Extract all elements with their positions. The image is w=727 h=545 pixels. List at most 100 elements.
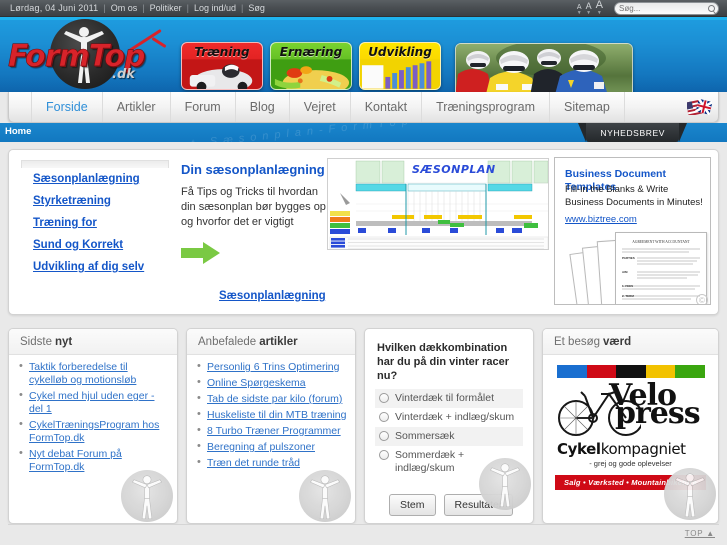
document-lines: AGREEMENT WITH ACCOUNTANT PARTIES AIM 1. … — [622, 240, 700, 300]
recommended-articles-list: Personlig 6 Trins Optimering Online Spør… — [195, 360, 347, 473]
radio-button-icon[interactable] — [379, 393, 389, 403]
article-link-4[interactable]: Huskeliste til din MTB træning — [207, 409, 346, 421]
feature-link-styrketraening[interactable]: Styrketræning — [21, 190, 169, 212]
us-uk-flag-icon — [686, 99, 712, 115]
tile-udvikling[interactable]: Udvikling — [359, 42, 441, 90]
article-link-6[interactable]: Beregning af pulszoner — [207, 441, 315, 453]
list-item: Beregning af pulszoner — [195, 440, 347, 457]
radio-button-icon[interactable] — [379, 431, 389, 441]
poll-question: Hvilken dækkombination har du på din vin… — [377, 342, 510, 382]
font-size-medium-button[interactable]: A ▼ — [586, 2, 592, 16]
top-utility-left: Lørdag, 04 Juni 2011 | Om os | Politiker… — [0, 3, 265, 13]
nav-item-vejret[interactable]: Vejret — [290, 92, 351, 122]
logo-wordmark: FormTop — [8, 39, 146, 75]
tile-traening[interactable]: Træning — [181, 42, 263, 90]
magnifier-icon[interactable] — [708, 4, 715, 12]
rider-watermark-icon — [121, 470, 173, 522]
panel-title-light: Anbefalede — [198, 335, 257, 348]
feature-link-sund-og-korrekt[interactable]: Sund og Korrekt — [21, 234, 169, 256]
worth-a-visit-panel: Et besøg værd Velo press Cykelkompagniet… — [542, 328, 719, 524]
saesonplan-spreadsheet-image: SÆSONPLAN — [327, 158, 549, 250]
panel-title-bold: nyt — [54, 335, 73, 348]
list-item: Cykel med hjul uden eger - del 1 — [17, 389, 169, 419]
training-photo — [182, 59, 262, 89]
poll-option-3[interactable]: Sommersæk — [375, 427, 523, 446]
ad-documents-image: AGREEMENT WITH ACCOUNTANT PARTIES AIM 1. … — [569, 230, 708, 304]
worth-a-visit-body: Velo press Cykelkompagniet - grej og god… — [543, 355, 718, 523]
footer: TOP ▲ — [0, 524, 727, 545]
development-photo — [360, 59, 440, 89]
nav-item-forum[interactable]: Forum — [171, 92, 236, 122]
ad-body: Fill-in the Blanks & Write Business Docu… — [565, 184, 703, 208]
ad-url-link[interactable]: www.biztree.com — [565, 214, 637, 225]
poll-option-2[interactable]: Vinterdæk + indlæg/skum — [375, 408, 523, 427]
tile-ernaering[interactable]: Ernæring — [270, 42, 352, 90]
list-item: Personlig 6 Trins Optimering — [195, 360, 347, 377]
article-link-5[interactable]: 8 Turbo Træner Programmer — [207, 425, 341, 437]
vote-button[interactable]: Stem — [389, 494, 436, 516]
feature-link-saesonplanlaegning[interactable]: Sæsonplanlægning — [21, 168, 169, 190]
newsletter-tab[interactable]: NYHEDSBREV — [578, 123, 687, 142]
cykelkompagniet-tagline: - grej og gode oplevelser — [589, 459, 672, 468]
site-header: FormTop .dk Træning Ernæring Udvikling — [0, 17, 727, 92]
topbar-link-om-os[interactable]: Om os — [111, 3, 138, 13]
green-arrow-icon[interactable] — [181, 242, 221, 264]
topbar-link-log-ind-ud[interactable]: Log ind/ud — [194, 3, 236, 13]
chevron-down-icon: ▼ — [596, 10, 602, 16]
feature-link-traening-for[interactable]: Træning for — [21, 212, 169, 234]
poll-panel: Hvilken dækkombination har du på din vin… — [364, 328, 534, 524]
nav-item-blog[interactable]: Blog — [236, 92, 290, 122]
list-item: Huskeliste til din MTB træning — [195, 408, 347, 425]
nav-item-kontakt[interactable]: Kontakt — [351, 92, 423, 122]
rider-watermark-icon — [664, 468, 716, 520]
language-flag-button[interactable] — [686, 92, 718, 122]
chevron-down-icon: ▼ — [576, 10, 582, 16]
svg-text:PARTIES: PARTIES — [622, 256, 635, 260]
spreadsheet-title: SÆSONPLAN — [412, 163, 496, 176]
tile-label: Ernæring — [279, 45, 343, 59]
rider-watermark-icon — [479, 458, 531, 510]
radio-button-icon[interactable] — [379, 412, 389, 422]
list-item: Tab de sidste par kilo (forum) — [195, 392, 347, 409]
font-size-large-button[interactable]: A ▼ — [596, 0, 603, 16]
news-link-3[interactable]: CykelTræningsProgram hos FormTop.dk — [29, 419, 159, 444]
nav-item-traeningsprogram[interactable]: Træningsprogram — [422, 92, 550, 122]
page-root: Lørdag, 04 Juni 2011 | Om os | Politiker… — [0, 0, 727, 545]
news-link-2[interactable]: Cykel med hjul uden eger - del 1 — [29, 390, 154, 415]
poll-option-1[interactable]: Vinterdæk til formålet — [375, 389, 523, 408]
topbar-link-politiker[interactable]: Politiker — [150, 3, 182, 13]
latest-news-panel: Sidste nyt Taktik forberedelse til cykel… — [8, 328, 178, 524]
back-to-top-link[interactable]: TOP ▲ — [685, 529, 715, 538]
feature-cta-link[interactable]: Sæsonplanlægning — [219, 290, 326, 302]
news-link-4[interactable]: Nyt debat Forum på FormTop.dk — [29, 448, 122, 473]
search-input[interactable] — [619, 2, 703, 14]
svg-text:2. TERM: 2. TERM — [622, 294, 634, 298]
news-link-1[interactable]: Taktik forberedelse til cykelløb og moti… — [29, 361, 136, 386]
rider-watermark-icon — [299, 470, 351, 522]
radio-button-icon[interactable] — [379, 450, 389, 460]
latest-news-body: Taktik forberedelse til cykelløb og moti… — [9, 355, 177, 523]
feature-sidebar: Sæsonplanlægning Styrketræning Træning f… — [21, 160, 169, 278]
panel-title-light: Et besøg — [554, 335, 601, 348]
footer-divider — [8, 524, 719, 525]
list-item: CykelTræningsProgram hos FormTop.dk — [17, 418, 169, 448]
chevron-down-icon: ▼ — [586, 10, 592, 16]
separator: | — [241, 3, 244, 13]
svg-text:AIM: AIM — [622, 270, 628, 274]
font-size-small-button[interactable]: A ▼ — [577, 4, 582, 16]
nav-item-sitemap[interactable]: Sitemap — [550, 92, 625, 122]
article-link-3[interactable]: Tab de sidste par kilo (forum) — [207, 393, 342, 405]
article-link-7[interactable]: Træn det runde tråd — [207, 457, 300, 469]
poll-option-label: Vinterdæk til formålet — [395, 392, 495, 404]
article-link-2[interactable]: Online Spørgeskema — [207, 377, 306, 389]
nav-item-forside[interactable]: Forside — [31, 92, 103, 122]
site-logo[interactable]: FormTop .dk — [8, 19, 173, 91]
nav-item-artikler[interactable]: Artikler — [103, 92, 171, 122]
feature-link-udvikling-af-dig-selv[interactable]: Udvikling af dig selv — [21, 256, 169, 278]
article-link-1[interactable]: Personlig 6 Trins Optimering — [207, 361, 339, 373]
advertisement-panel[interactable]: Business Document Templates Fill-in the … — [554, 157, 711, 305]
topbar-link-soeg[interactable]: Søg — [248, 3, 265, 13]
search-box[interactable] — [614, 1, 719, 15]
svg-text:AGREEMENT WITH ACCOUNTANT: AGREEMENT WITH ACCOUNTANT — [632, 240, 690, 244]
latest-news-header: Sidste nyt — [9, 329, 177, 355]
